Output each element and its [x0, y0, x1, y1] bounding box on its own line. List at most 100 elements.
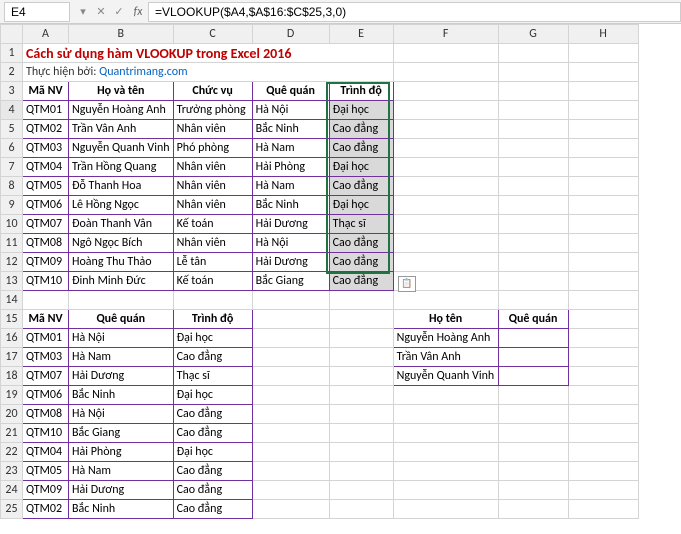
- table-cell[interactable]: Hải Phòng: [69, 443, 174, 462]
- table-cell[interactable]: QTM10: [23, 272, 69, 291]
- cell[interactable]: [498, 63, 568, 82]
- table-cell[interactable]: QTM08: [23, 234, 69, 253]
- table-cell[interactable]: QTM09: [23, 253, 69, 272]
- row-header[interactable]: 8: [1, 177, 23, 196]
- table-cell[interactable]: Bắc Giang: [252, 272, 329, 291]
- cell[interactable]: [498, 462, 568, 481]
- row-header[interactable]: 9: [1, 196, 23, 215]
- cell[interactable]: [568, 405, 638, 424]
- cell[interactable]: [252, 405, 329, 424]
- cell[interactable]: [568, 44, 638, 63]
- table-cell[interactable]: QTM05: [23, 177, 69, 196]
- table-cell[interactable]: [498, 348, 568, 367]
- table-cell[interactable]: Bắc Ninh: [252, 196, 329, 215]
- cell[interactable]: [69, 291, 174, 310]
- table-cell[interactable]: Trần Vân Anh: [69, 120, 174, 139]
- table-cell[interactable]: QTM03: [23, 348, 69, 367]
- table-cell[interactable]: Đoàn Thanh Vân: [69, 215, 174, 234]
- table-cell[interactable]: Đại học: [173, 329, 252, 348]
- cell[interactable]: [393, 253, 498, 272]
- row-header[interactable]: 4: [1, 101, 23, 120]
- cell[interactable]: [498, 177, 568, 196]
- cell[interactable]: [498, 253, 568, 272]
- table-cell[interactable]: Bắc Ninh: [69, 386, 174, 405]
- col-header[interactable]: F: [393, 25, 498, 44]
- table-cell[interactable]: Nhân viên: [173, 158, 252, 177]
- cell[interactable]: [568, 310, 638, 329]
- cell[interactable]: [498, 443, 568, 462]
- cell[interactable]: [498, 291, 568, 310]
- table-cell[interactable]: QTM05: [23, 462, 69, 481]
- table-cell[interactable]: Cao đẳng: [173, 405, 252, 424]
- row-header[interactable]: 25: [1, 500, 23, 519]
- confirm-icon[interactable]: ✓: [110, 5, 128, 18]
- row-header[interactable]: 18: [1, 367, 23, 386]
- cell[interactable]: [393, 481, 498, 500]
- row-header[interactable]: 22: [1, 443, 23, 462]
- table-header[interactable]: Quê quán: [252, 82, 329, 101]
- col-header[interactable]: H: [568, 25, 638, 44]
- cell[interactable]: [252, 291, 329, 310]
- row-header[interactable]: 11: [1, 234, 23, 253]
- col-header[interactable]: D: [252, 25, 329, 44]
- table-cell[interactable]: Cao đẳng: [173, 462, 252, 481]
- table-cell[interactable]: QTM01: [23, 101, 69, 120]
- table-cell[interactable]: [498, 329, 568, 348]
- cell[interactable]: [568, 424, 638, 443]
- table-cell[interactable]: Nguyễn Hoàng Anh: [393, 329, 498, 348]
- row-header[interactable]: 5: [1, 120, 23, 139]
- row-header[interactable]: 24: [1, 481, 23, 500]
- table-cell[interactable]: Cao đẳng: [173, 424, 252, 443]
- table-header[interactable]: Họ và tên: [69, 82, 174, 101]
- cell[interactable]: [393, 120, 498, 139]
- table-cell[interactable]: Hải Dương: [69, 367, 174, 386]
- cell[interactable]: [568, 481, 638, 500]
- row-header[interactable]: 1: [1, 44, 23, 63]
- cell[interactable]: [393, 234, 498, 253]
- cell[interactable]: [498, 196, 568, 215]
- cell[interactable]: [568, 215, 638, 234]
- fx-icon[interactable]: fx: [128, 5, 148, 19]
- cell[interactable]: [329, 329, 393, 348]
- table-cell[interactable]: QTM02: [23, 500, 69, 519]
- row-header[interactable]: 6: [1, 139, 23, 158]
- cell[interactable]: [329, 386, 393, 405]
- cell[interactable]: [252, 481, 329, 500]
- cell[interactable]: [568, 177, 638, 196]
- row-header[interactable]: 17: [1, 348, 23, 367]
- table-cell[interactable]: Cao đẳng: [329, 272, 393, 291]
- table-cell[interactable]: Nhân viên: [173, 120, 252, 139]
- cell[interactable]: [568, 443, 638, 462]
- table-cell[interactable]: Thạc sĩ: [173, 367, 252, 386]
- cell[interactable]: [498, 158, 568, 177]
- cell[interactable]: [498, 215, 568, 234]
- row-header[interactable]: 23: [1, 462, 23, 481]
- table-cell[interactable]: Hà Nội: [252, 234, 329, 253]
- table-cell[interactable]: Hà Nam: [252, 177, 329, 196]
- cell[interactable]: [498, 101, 568, 120]
- table-cell[interactable]: Lễ tân: [173, 253, 252, 272]
- table-cell[interactable]: Cao đẳng: [173, 481, 252, 500]
- cell[interactable]: [568, 291, 638, 310]
- table-cell[interactable]: Phó phòng: [173, 139, 252, 158]
- table-cell[interactable]: Kế toán: [173, 215, 252, 234]
- cell[interactable]: [329, 367, 393, 386]
- cell[interactable]: [568, 120, 638, 139]
- cell[interactable]: [498, 424, 568, 443]
- table-header[interactable]: Mã NV: [23, 82, 69, 101]
- cell[interactable]: [252, 367, 329, 386]
- table-cell[interactable]: Bắc Ninh: [69, 500, 174, 519]
- table-cell[interactable]: Đại học: [173, 443, 252, 462]
- table-cell[interactable]: Cao đẳng: [329, 177, 393, 196]
- cell[interactable]: [329, 310, 393, 329]
- table-cell[interactable]: [498, 367, 568, 386]
- cell[interactable]: [252, 348, 329, 367]
- cell[interactable]: [329, 291, 393, 310]
- cell[interactable]: [568, 367, 638, 386]
- cell[interactable]: [568, 139, 638, 158]
- cell[interactable]: [329, 424, 393, 443]
- cell[interactable]: [568, 63, 638, 82]
- row-header[interactable]: 7: [1, 158, 23, 177]
- table-cell[interactable]: Bắc Ninh: [252, 120, 329, 139]
- cell[interactable]: [393, 424, 498, 443]
